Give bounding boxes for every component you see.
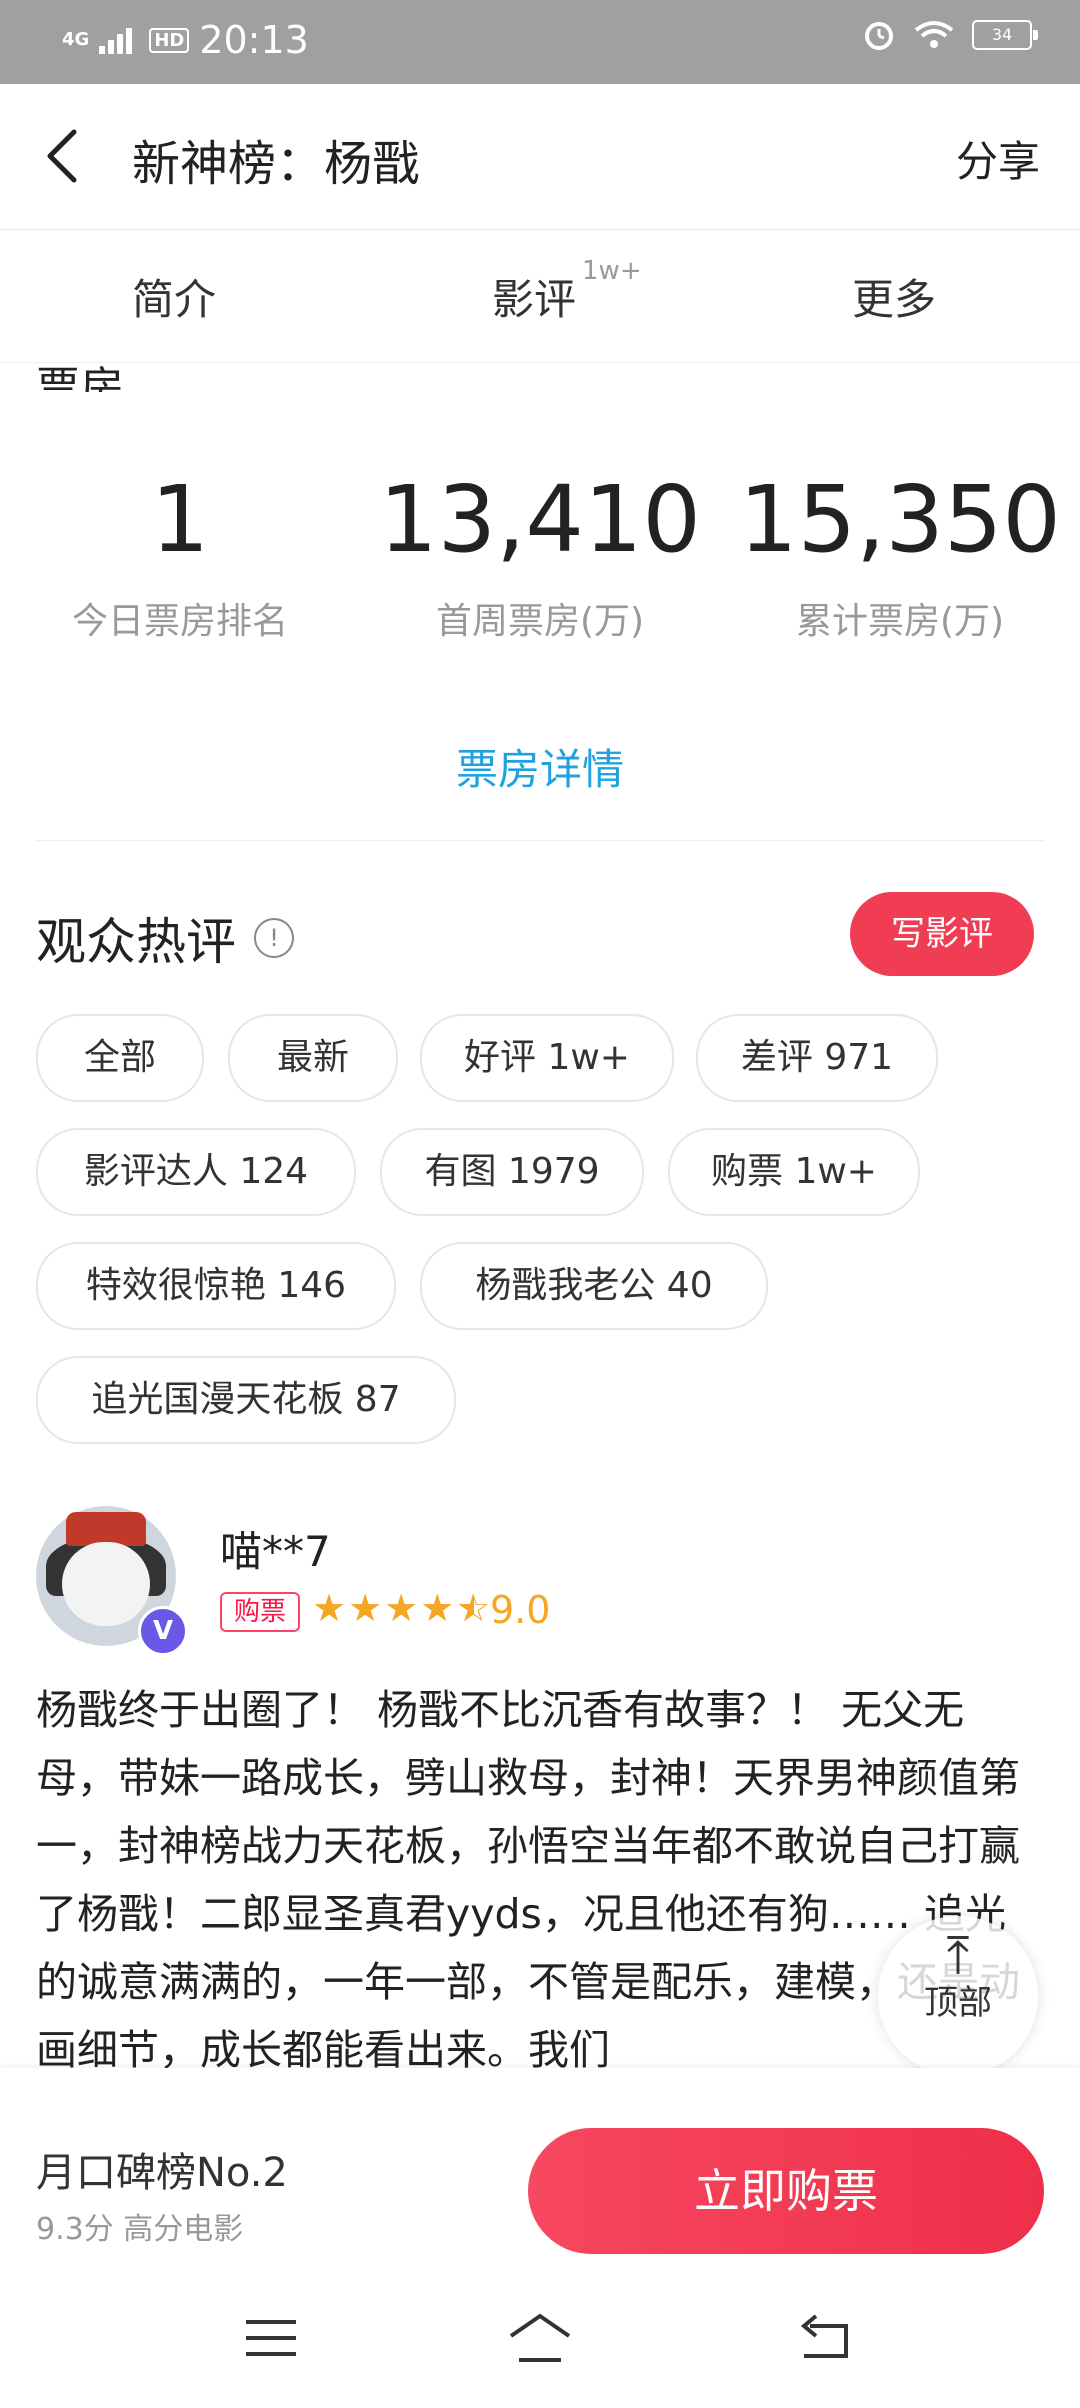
back-to-top-button[interactable]: ⤒ 顶部 [878, 1916, 1038, 2076]
signal-icon [99, 28, 133, 54]
tab-intro[interactable]: 简介 [132, 266, 216, 327]
tab-more[interactable]: 更多 [852, 266, 936, 327]
audience-reviews-heading: 观众热评 ! [36, 902, 294, 974]
tag-positive[interactable]: 好评 1w+ [420, 1014, 674, 1102]
stat-first-week: 13,410 首周票房(万) [379, 466, 701, 643]
tab-reviews[interactable]: 影评1w+ [492, 256, 642, 327]
tag-negative[interactable]: 差评 971 [696, 1014, 938, 1102]
avatar[interactable]: V [36, 1506, 188, 1656]
hd-badge: HD [149, 27, 190, 53]
status-right: 34 [862, 18, 1038, 52]
verified-badge-icon: V [138, 1606, 188, 1656]
tag-yangjian[interactable]: 杨戬我老公 40 [420, 1242, 768, 1330]
stat-total: 15,350 累计票房(万) [739, 466, 1061, 643]
back-arrow-icon[interactable] [40, 124, 90, 188]
system-nav-bar [0, 2268, 1080, 2408]
tag-ceiling[interactable]: 追光国漫天花板 87 [36, 1356, 456, 1444]
share-button[interactable]: 分享 [956, 128, 1040, 189]
rating-score: 9.0 [490, 1588, 551, 1632]
alarm-icon [865, 22, 893, 50]
status-time: 20:13 [199, 18, 309, 62]
page-title: 新神榜：杨戬 [132, 136, 421, 192]
back-icon[interactable] [790, 2308, 860, 2368]
ranking-subtitle: 9.3分 高分电影 [36, 2212, 244, 2247]
bottom-action-bar: 月口碑榜No.2 9.3分 高分电影 立即购票 [0, 2068, 1080, 2268]
tag-expert[interactable]: 影评达人 124 [36, 1128, 356, 1216]
menu-icon[interactable] [236, 2308, 306, 2368]
purchased-badge: 购票 [220, 1592, 300, 1632]
tag-all[interactable]: 全部 [36, 1014, 204, 1102]
ranking-title[interactable]: 月口碑榜No.2 [36, 2140, 288, 2198]
wifi-icon [914, 21, 954, 48]
divider [36, 840, 1044, 841]
home-icon[interactable] [505, 2308, 575, 2368]
tag-latest[interactable]: 最新 [228, 1014, 398, 1102]
tag-ticket-buyers[interactable]: 购票 1w+ [668, 1128, 920, 1216]
battery-icon: 34 [972, 20, 1038, 50]
info-icon[interactable]: ! [254, 918, 294, 958]
tab-bar: 简介 影评1w+ 更多 [0, 230, 1080, 363]
buy-ticket-button[interactable]: 立即购票 [528, 2128, 1044, 2254]
rating-stars: ★★★★☆★ [312, 1586, 493, 1630]
arrow-up-icon: ⤒ [946, 1926, 970, 1986]
network-label: 4G [62, 29, 90, 50]
nav-header: 新神榜：杨戬 分享 [0, 84, 1080, 230]
box-office-section-title: 票房 [36, 363, 124, 392]
tab-reviews-badge: 1w+ [582, 256, 642, 286]
write-review-button[interactable]: 写影评 [850, 892, 1034, 976]
status-left: 4G HD 20:13 [62, 18, 309, 62]
stat-today-rank: 1 今日票房排名 [71, 466, 288, 643]
username[interactable]: 喵**7 [220, 1518, 331, 1579]
tag-effects[interactable]: 特效很惊艳 146 [36, 1242, 396, 1330]
box-office-detail-link[interactable]: 票房详情 [0, 736, 1080, 797]
status-bar: 4G HD 20:13 34 [0, 0, 1080, 84]
tag-with-images[interactable]: 有图 1979 [380, 1128, 644, 1216]
